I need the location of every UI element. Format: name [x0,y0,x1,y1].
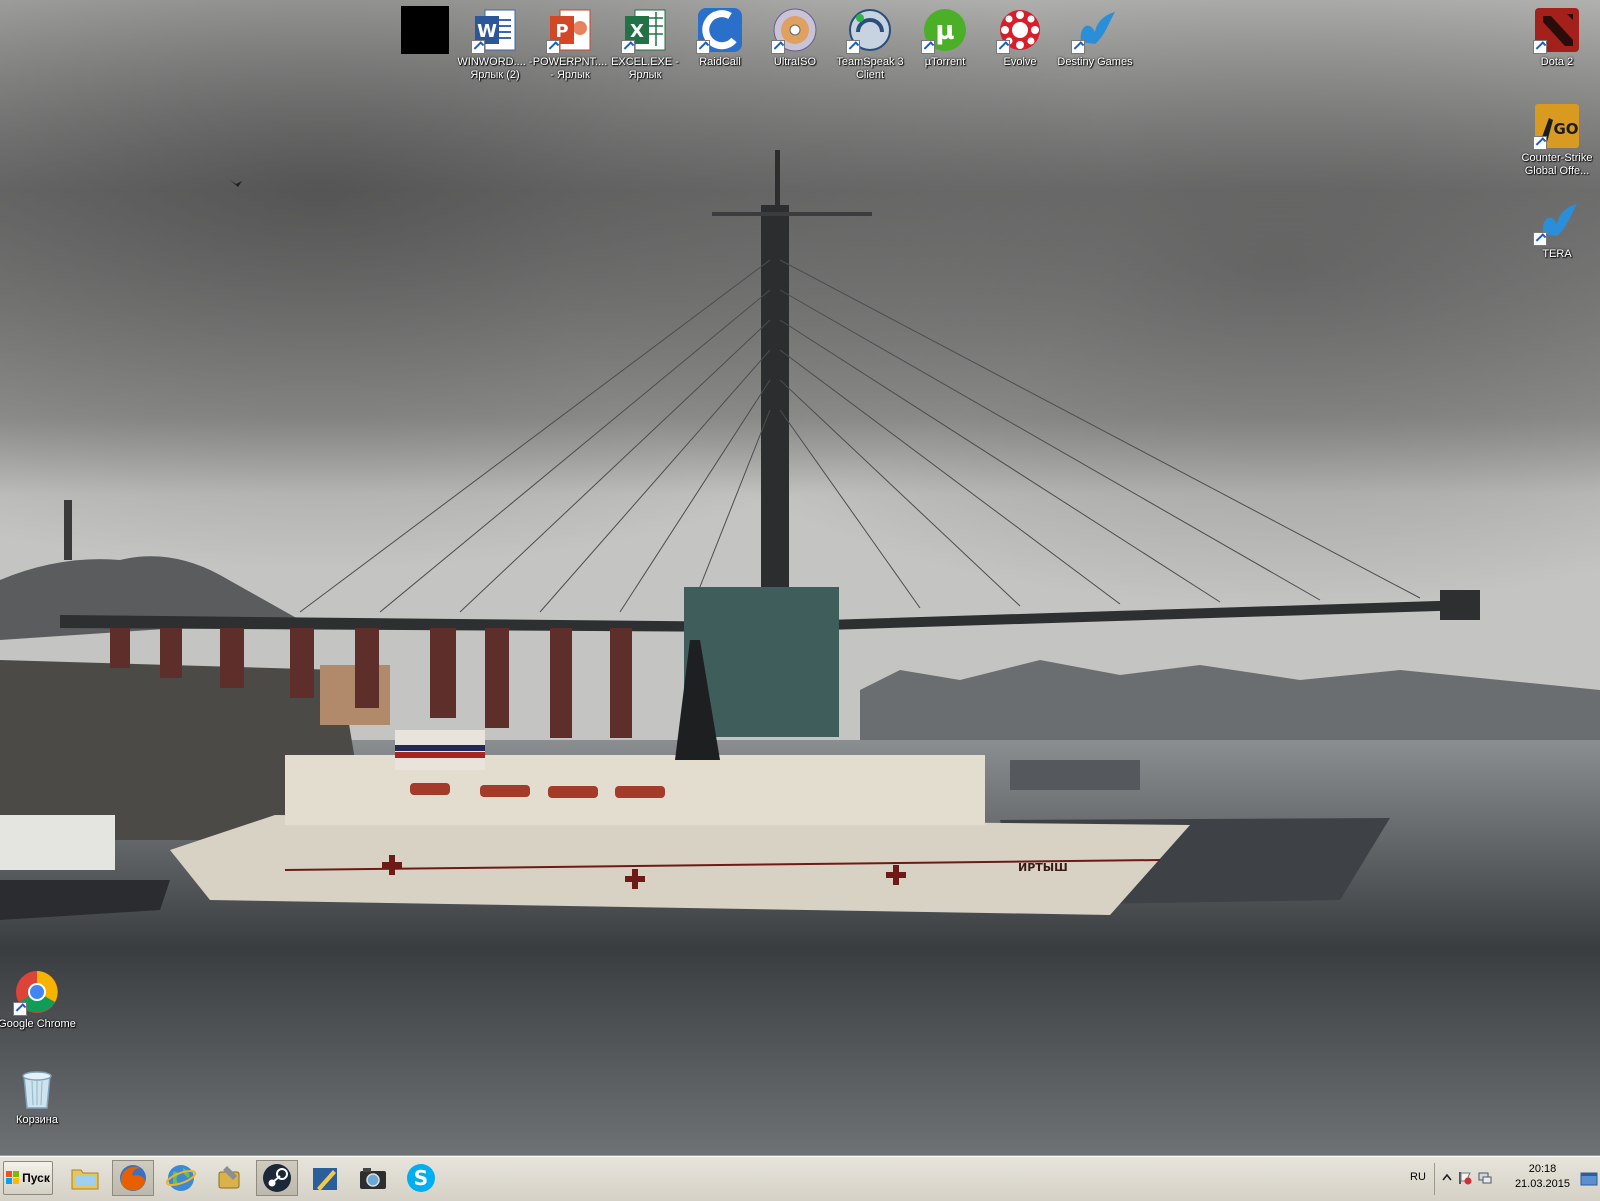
taskbar: Пуск S RU 20:18 21.03.2015 [0,1156,1600,1201]
desktop-icon-blank[interactable] [385,6,465,56]
taskbar-app-camera[interactable] [352,1160,394,1196]
start-button-label: Пуск [22,1171,50,1185]
svg-text:GO: GO [1553,120,1578,138]
wrench-icon [218,1166,240,1189]
svg-text:S: S [414,1166,428,1190]
recycle-bin-icon [22,1071,52,1109]
desktop-icon-raidcall[interactable]: RaidCall [680,6,760,69]
desktop-icon-label: Dota 2 [1540,56,1574,68]
folder-icon [71,1169,99,1190]
shortcut-arrow-icon [921,40,935,54]
desktop-icon-chrome[interactable]: Google Chrome [0,968,77,1031]
clock-date: 21.03.2015 [1514,1178,1570,1190]
desktop-icon-destiny-games[interactable]: Destiny Games [1055,6,1135,69]
steam-icon [263,1164,291,1192]
windows-logo-icon [6,1171,20,1185]
svg-text:W: W [477,21,497,42]
desktop-icon-label: µTorrent [924,56,966,68]
desktop-icon-tera[interactable]: TERA [1517,198,1597,261]
camera-icon [360,1168,386,1189]
ship-name-text: ИРТЫШ [1018,861,1068,874]
network-icon[interactable] [1478,1171,1492,1185]
desktop-icon-label: POWERPNT.... - Ярлык [532,56,608,81]
globe-icon [165,1165,197,1191]
black-square-icon [401,6,449,54]
desktop-icon-label: RaidCall [699,56,741,68]
desktop-icon-teamspeak[interactable]: TeamSpeak 3 Client [830,6,910,82]
desktop-icon-label: Destiny Games [1057,56,1133,68]
desktop-icon-utorrent[interactable]: µ µTorrent [905,6,985,69]
skype-icon: S [407,1164,435,1192]
taskbar-app-settings[interactable] [208,1160,250,1196]
desktop-icon-label: Evolve [1003,56,1037,68]
desktop-icon-label: TERA [1542,248,1572,260]
taskbar-app-explorer[interactable] [64,1160,106,1196]
shortcut-arrow-icon [696,40,710,54]
desktop-icon-recycle-bin[interactable]: Корзина [0,1064,77,1127]
desktop-icon-label: Counter-Strike Global Offe... [1521,152,1593,177]
desktop-icon-dota2[interactable]: Dota 2 [1517,6,1597,69]
desktop-icon-ultraiso[interactable]: UltraISO [755,6,835,69]
language-indicator[interactable]: RU [1410,1171,1426,1183]
svg-text:P: P [555,21,568,42]
taskbar-app-skype[interactable]: S [400,1160,442,1196]
desktop-icon-word[interactable]: W WINWORD.... - Ярлык (2) [455,6,535,82]
system-tray: RU 20:18 21.03.2015 [1400,1157,1600,1201]
desktop-icon-label: Google Chrome [0,1018,76,1030]
desktop-icon-evolve[interactable]: Evolve [980,6,1060,69]
desktop-wallpaper: ИРТЫШ [0,0,1600,1156]
shortcut-arrow-icon [1533,232,1547,246]
shortcut-arrow-icon [996,40,1010,54]
shortcut-arrow-icon [1533,136,1547,150]
desktop-icon-label: UltraISO [773,56,817,68]
flag-warning-icon[interactable] [1458,1171,1472,1185]
desktop-icon-label: TeamSpeak 3 Client [836,56,904,81]
desktop-icon-label: EXCEL.EXE - Ярлык [611,56,679,81]
taskbar-app-editor[interactable] [304,1160,346,1196]
desktop-icon-label: WINWORD.... - Ярлык (2) [457,56,533,81]
shortcut-arrow-icon [471,40,485,54]
desktop-icon-label: Корзина [16,1114,58,1126]
taskbar-app-firefox[interactable] [112,1160,154,1196]
pen-icon [313,1168,337,1191]
shortcut-arrow-icon [546,40,560,54]
tray-divider [1434,1163,1435,1195]
desktop-icon-csgo[interactable]: GO Counter-Strike Global Offe... [1517,102,1597,178]
svg-text:µ: µ [935,16,954,46]
clock[interactable]: 20:18 21.03.2015 [1515,1162,1570,1192]
shortcut-arrow-icon [1071,40,1085,54]
start-button[interactable]: Пуск [3,1161,53,1195]
desktop-icon-powerpoint[interactable]: P POWERPNT.... - Ярлык [530,6,610,82]
clock-time: 20:18 [1528,1163,1557,1175]
shortcut-arrow-icon [13,1002,27,1016]
show-desktop-icon[interactable] [1580,1163,1598,1195]
show-hidden-icons-icon[interactable] [1440,1171,1454,1185]
firefox-icon [120,1165,146,1191]
shortcut-arrow-icon [1533,40,1547,54]
taskbar-app-internet[interactable] [160,1160,202,1196]
shortcut-arrow-icon [771,40,785,54]
svg-text:X: X [630,21,644,42]
shortcut-arrow-icon [621,40,635,54]
desktop-icon-excel[interactable]: X EXCEL.EXE - Ярлык [605,6,685,82]
wallpaper-image: ИРТЫШ [0,0,1600,1156]
taskbar-app-steam[interactable] [256,1160,298,1196]
shortcut-arrow-icon [846,40,860,54]
